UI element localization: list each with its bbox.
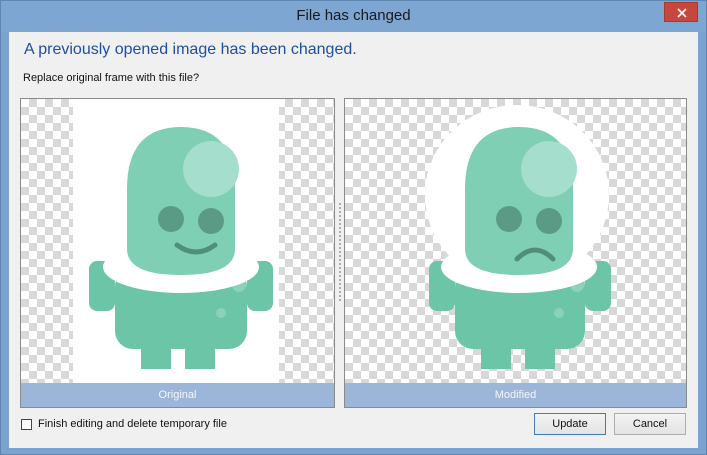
dialog-question: Replace original frame with this file? xyxy=(23,72,200,84)
dialog-body: A previously opened image has been chang… xyxy=(9,32,698,448)
dialog-heading: A previously opened image has been chang… xyxy=(24,41,357,58)
cancel-button[interactable]: Cancel xyxy=(614,413,686,435)
finish-editing-option[interactable]: Finish editing and delete temporary file xyxy=(21,418,227,430)
title-bar[interactable]: File has changed xyxy=(1,1,706,32)
dialog-window: File has changed A previously opened ima… xyxy=(0,0,707,455)
original-panel: Original xyxy=(20,98,335,408)
close-button[interactable] xyxy=(664,2,698,22)
panel-splitter[interactable] xyxy=(339,202,341,302)
finish-editing-checkbox[interactable] xyxy=(21,418,32,430)
update-button[interactable]: Update xyxy=(534,413,606,435)
modified-caption: Modified xyxy=(345,383,686,407)
original-image xyxy=(21,99,334,383)
finish-editing-label: Finish editing and delete temporary file xyxy=(38,418,227,430)
modified-panel: Modified xyxy=(344,98,687,408)
original-creature-image xyxy=(73,99,279,383)
close-icon xyxy=(677,8,687,18)
modified-creature-image xyxy=(425,105,611,369)
original-caption: Original xyxy=(21,383,334,407)
modified-image xyxy=(345,99,686,383)
window-title: File has changed xyxy=(296,7,411,24)
